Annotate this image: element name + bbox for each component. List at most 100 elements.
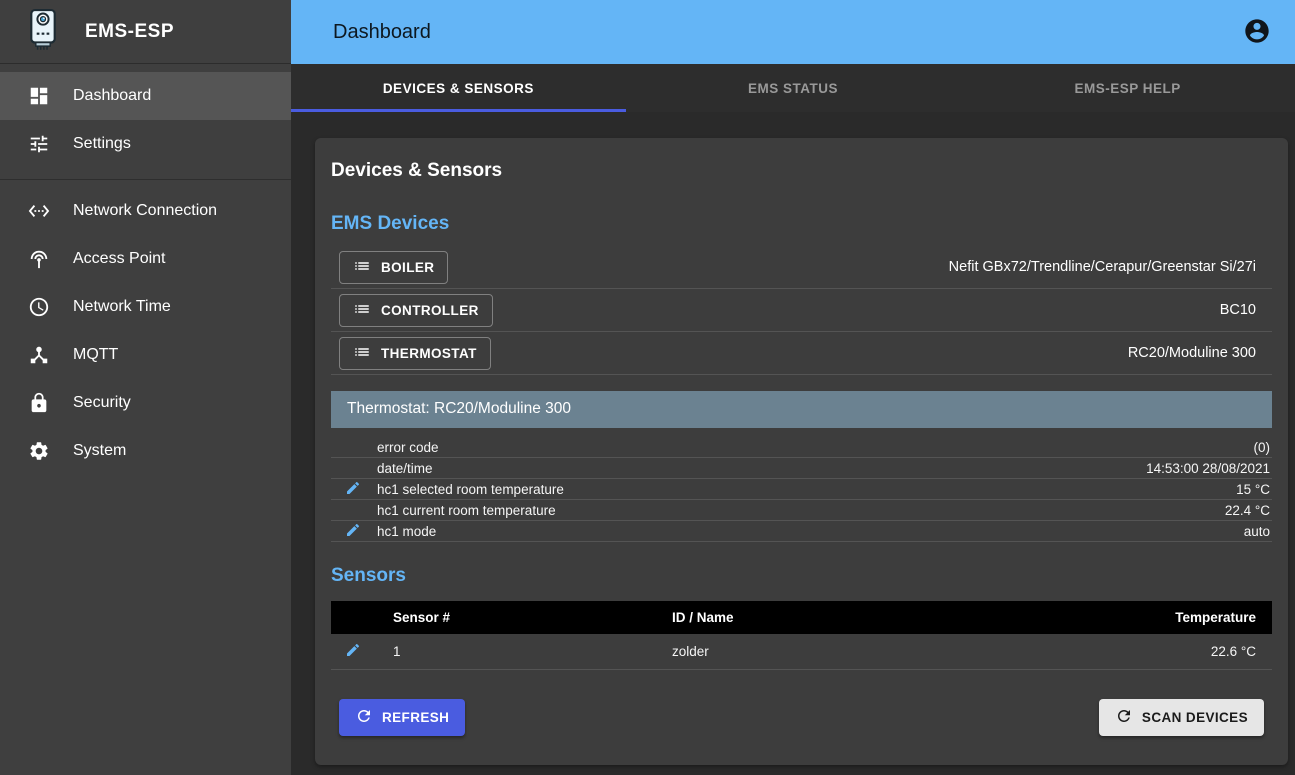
thermostat-device-button[interactable]: THERMOSTAT [339,337,491,370]
account-circle-icon [1243,17,1271,48]
scan-devices-button[interactable]: SCAN DEVICES [1099,699,1264,736]
lock-icon [28,392,50,414]
action-bar: REFRESH SCAN DEVICES [331,699,1272,736]
scan-devices-button-label: SCAN DEVICES [1142,710,1248,725]
app-window: EMS-ESP Dashboard Settings Network C [0,0,1295,775]
wifi-tethering-icon [28,248,50,270]
device-type-label: BOILER [381,260,434,275]
edit-icon[interactable] [345,522,361,541]
appbar: Dashboard [291,0,1295,64]
settings-ethernet-icon [28,200,50,222]
sidebar-item-settings[interactable]: Settings [0,120,291,168]
account-button[interactable] [1237,12,1277,52]
edit-icon[interactable] [345,480,361,499]
content-area: Devices & Sensors EMS Devices BOILER Nef… [291,112,1295,775]
device-model: Nefit GBx72/Trendline/Cerapur/Greenstar … [949,259,1256,275]
refresh-button-label: REFRESH [382,710,449,725]
column-sensor-number: Sensor # [393,610,672,625]
boiler-logo-icon [25,7,61,56]
device-detail-header: Thermostat: RC20/Moduline 300 [331,391,1272,428]
sidebar-item-label: Security [73,394,131,412]
sidebar-nav: Dashboard Settings Network Connection Ac [0,64,291,475]
sidebar-item-label: System [73,442,126,460]
sidebar-item-access-point[interactable]: Access Point [0,235,291,283]
detail-label: hc1 selected room temperature [377,482,1236,497]
detail-label: hc1 current room temperature [377,503,1225,518]
tab-bar: DEVICES & SENSORS EMS STATUS EMS-ESP HEL… [291,64,1295,112]
sidebar-item-label: Access Point [73,250,165,268]
app-title: EMS-ESP [85,21,174,43]
sidebar-divider [0,179,291,180]
detail-value: 14:53:00 28/08/2021 [1146,461,1270,476]
sidebar-header: EMS-ESP [0,0,291,64]
card-title: Devices & Sensors [331,160,1272,182]
sensors-heading: Sensors [331,565,1272,587]
edit-cell [331,642,393,661]
sidebar-item-label: Dashboard [73,87,151,105]
column-temperature: Temperature [964,610,1272,625]
sidebar-item-label: Settings [73,135,131,153]
detail-row: hc1 current room temperature 22.4 °C [331,500,1272,521]
device-type-label: THERMOSTAT [381,346,477,361]
sensor-temperature: 22.6 °C [964,644,1272,659]
detail-row: hc1 mode auto [331,521,1272,542]
tab-devices-sensors[interactable]: DEVICES & SENSORS [291,64,626,112]
sidebar-item-security[interactable]: Security [0,379,291,427]
ems-device-list: BOILER Nefit GBx72/Trendline/Cerapur/Gre… [331,246,1272,375]
tab-ems-status[interactable]: EMS STATUS [626,64,961,112]
device-detail-table: error code (0) date/time 14:53:00 28/08/… [331,437,1272,542]
detail-row: date/time 14:53:00 28/08/2021 [331,458,1272,479]
detail-row: error code (0) [331,437,1272,458]
device-model: BC10 [1220,302,1256,318]
sidebar-item-network-time[interactable]: Network Time [0,283,291,331]
device-row-boiler: BOILER Nefit GBx72/Trendline/Cerapur/Gre… [331,246,1272,289]
sidebar-item-label: Network Connection [73,202,217,220]
sidebar-item-label: Network Time [73,298,171,316]
tab-ems-esp-help[interactable]: EMS-ESP HELP [960,64,1295,112]
device-row-thermostat: THERMOSTAT RC20/Moduline 300 [331,332,1272,375]
detail-value: (0) [1254,440,1271,455]
device-model: RC20/Moduline 300 [1128,345,1256,361]
refresh-icon [1115,707,1133,728]
tune-icon [28,133,50,155]
edit-cell [331,480,377,499]
list-icon [353,257,371,278]
sensor-row: 1 zolder 22.6 °C [331,634,1272,670]
list-icon [353,300,371,321]
device-hub-icon [28,344,50,366]
sidebar-item-network-connection[interactable]: Network Connection [0,187,291,235]
boiler-device-button[interactable]: BOILER [339,251,448,284]
sensor-name: zolder [672,644,964,659]
clock-icon [28,296,50,318]
sidebar-item-label: MQTT [73,346,118,364]
gear-icon [28,440,50,462]
column-id-name: ID / Name [672,610,964,625]
detail-value: 15 °C [1236,482,1270,497]
dashboard-icon [28,85,50,107]
list-icon [353,343,371,364]
detail-value: auto [1244,524,1270,539]
device-row-controller: CONTROLLER BC10 [331,289,1272,332]
detail-label: error code [377,440,1254,455]
refresh-icon [355,707,373,728]
sensor-table-header: Sensor # ID / Name Temperature [331,601,1272,634]
refresh-button[interactable]: REFRESH [339,699,465,736]
devices-sensors-card: Devices & Sensors EMS Devices BOILER Nef… [315,138,1288,765]
page-title: Dashboard [333,21,1237,44]
edit-icon[interactable] [345,642,361,661]
sidebar-item-dashboard[interactable]: Dashboard [0,72,291,120]
detail-value: 22.4 °C [1225,503,1270,518]
sidebar-item-mqtt[interactable]: MQTT [0,331,291,379]
sidebar-item-system[interactable]: System [0,427,291,475]
sidebar: EMS-ESP Dashboard Settings Network C [0,0,291,775]
controller-device-button[interactable]: CONTROLLER [339,294,493,327]
ems-devices-heading: EMS Devices [331,213,1272,235]
edit-cell [331,522,377,541]
sensor-table: Sensor # ID / Name Temperature 1 zolder … [331,601,1272,670]
main-area: Dashboard DEVICES & SENSORS EMS STATUS E… [291,0,1295,775]
device-type-label: CONTROLLER [381,303,479,318]
sensor-number: 1 [393,644,672,659]
detail-row: hc1 selected room temperature 15 °C [331,479,1272,500]
detail-label: date/time [377,461,1146,476]
detail-label: hc1 mode [377,524,1244,539]
